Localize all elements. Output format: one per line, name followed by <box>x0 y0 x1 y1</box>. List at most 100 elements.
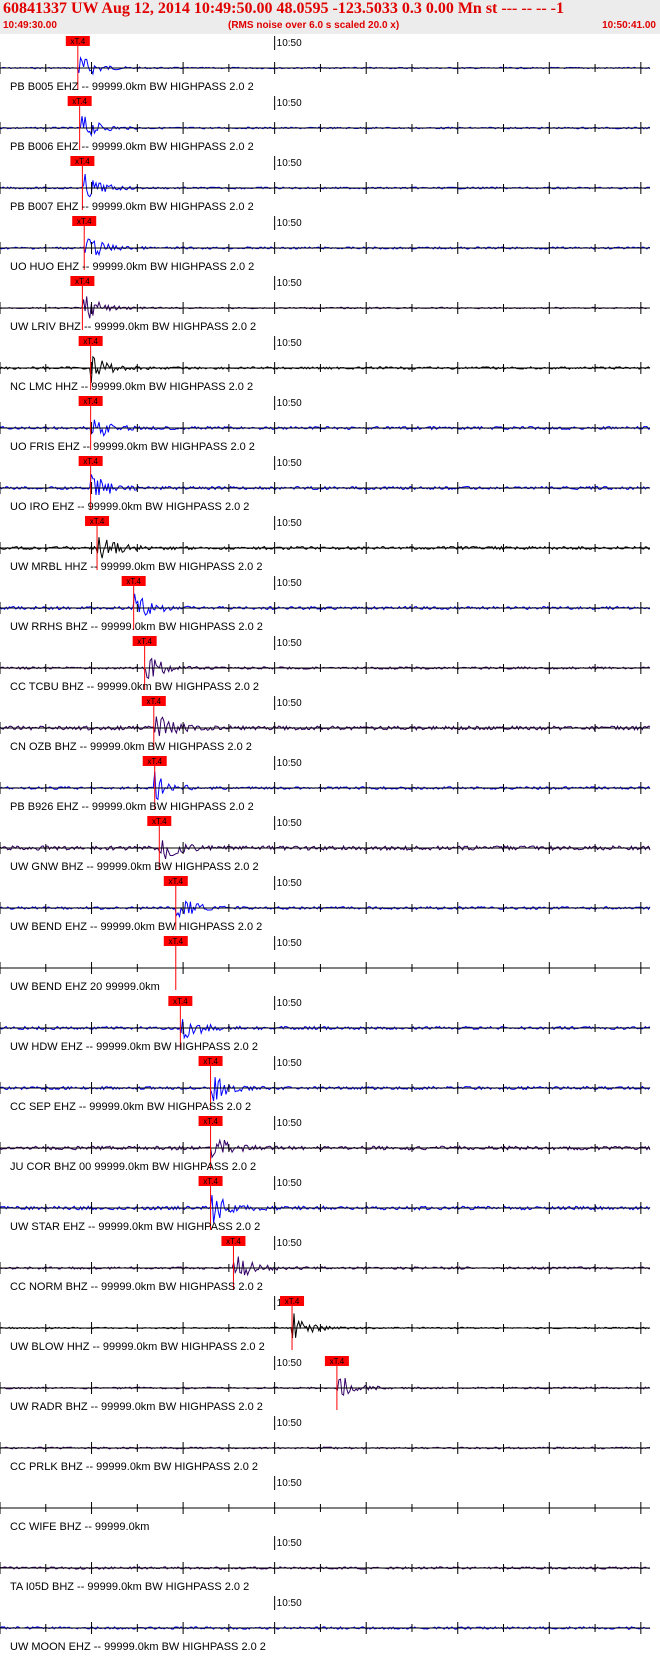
station-label: UW RADR BHZ -- 99999.0km BW HIGHPASS 2.0… <box>10 1401 263 1413</box>
minute-tick-label: 10:50 <box>277 1238 302 1249</box>
trace-row: 10:50 xT.4 UO FRIS EHZ -- 99999.0km BW HIG… <box>0 396 651 453</box>
minute-tick-label: 10:50 <box>277 1418 302 1429</box>
minute-tick-label: 10:50 <box>277 1538 302 1549</box>
minute-tick-label: 10:50 <box>277 338 302 349</box>
station-label: NC LMC HHZ -- 99999.0km BW HIGHPASS 2.0 … <box>10 381 253 393</box>
waveform <box>0 174 651 198</box>
pick-label: xT.4 <box>83 397 98 406</box>
trace-row: 10:50 xT.4 PB B926 EHZ -- 99999.0km BW HIG… <box>0 756 651 813</box>
waveform <box>0 900 651 919</box>
trace-row: 10:50 xT.4 PB B007 EHZ -- 99999.0km BW HIG… <box>0 156 651 213</box>
pick-label: xT.4 <box>83 457 98 466</box>
waveform <box>0 1077 651 1102</box>
minute-tick-label: 10:50 <box>277 1478 302 1489</box>
trace-row: 10:50 xT.4 UW RRHS BHZ -- 99999.0km BW HIG… <box>0 576 651 633</box>
waveform <box>0 1256 651 1277</box>
minute-tick-label: 10:50 <box>277 1058 302 1069</box>
pick-label: xT.4 <box>137 637 152 646</box>
trace-row: 10:50 CC PRLK BHZ -- 99999.0km BW HIGHPAS… <box>0 1416 651 1473</box>
pick-label: xT.4 <box>285 1297 300 1306</box>
end-time: 10:50:41.00 <box>602 20 656 31</box>
pick-label: xT.4 <box>203 1117 218 1126</box>
minute-tick-label: 10:50 <box>277 938 302 949</box>
minute-tick-label: 10:50 <box>277 278 302 289</box>
station-label: UW BEND EHZ 20 99999.0km <box>10 981 160 993</box>
trace-row: 10:50 xT.4 CC SEP EHZ -- 99999.0km BW HIGH… <box>0 1056 651 1113</box>
waveform <box>0 238 651 257</box>
pick-label: xT.4 <box>70 37 85 46</box>
trace-row: 10:50 xT.4 UO HUO EHZ -- 99999.0km BW HIGH… <box>0 216 651 273</box>
pick-label: xT.4 <box>203 1057 218 1066</box>
minute-tick-label: 10:50 <box>277 1118 302 1129</box>
minute-tick-label: 10:50 <box>277 818 302 829</box>
minute-tick-label: 10:50 <box>277 638 302 649</box>
station-label: CC SEP EHZ -- 99999.0km BW HIGHPASS 2.0 … <box>10 1101 251 1113</box>
waveform <box>0 716 651 737</box>
station-label: UO IRO EHZ -- 99999.0km BW HIGHPASS 2.0 … <box>10 501 249 513</box>
record-header: 60841337 UW Aug 12, 2014 10:49:50.00 48.… <box>0 0 660 34</box>
seismogram-plot: 10:50 xT.4 PB B005 EHZ -- 99999.0km BW HIG… <box>0 36 651 1653</box>
pick-label: xT.4 <box>146 697 161 706</box>
pick-label: xT.4 <box>147 757 162 766</box>
pick-label: xT.4 <box>152 817 167 826</box>
station-label: UW BLOW HHZ -- 99999.0km BW HIGHPASS 2.0… <box>10 1341 265 1353</box>
station-label: JU COR BHZ 00 99999.0km BW HIGHPASS 2.0 … <box>10 1161 256 1173</box>
station-label: PB B007 EHZ -- 99999.0km BW HIGHPASS 2.0… <box>10 201 254 213</box>
trace-row: 10:50 xT.4 UW GNW BHZ -- 99999.0km BW HIGH… <box>0 816 651 873</box>
waveform <box>0 355 651 383</box>
pick-label: xT.4 <box>83 337 98 346</box>
pick-label: xT.4 <box>168 937 183 946</box>
pick-label: xT.4 <box>330 1357 345 1366</box>
station-label: UO HUO EHZ -- 99999.0km BW HIGHPASS 2.0 … <box>10 261 254 273</box>
trace-row: 10:50 xT.4 UW STAR EHZ -- 99999.0km BW HIG… <box>0 1176 651 1233</box>
station-label: TA I05D BHZ -- 99999.0km BW HIGHPASS 2.0… <box>10 1581 249 1593</box>
station-label: PB B005 EHZ -- 99999.0km BW HIGHPASS 2.0… <box>10 81 254 93</box>
minute-tick-label: 10:50 <box>277 998 302 1009</box>
pick-label: xT.4 <box>90 517 105 526</box>
station-label: PB B926 EHZ -- 99999.0km BW HIGHPASS 2.0… <box>10 801 254 813</box>
station-label: CC PRLK BHZ -- 99999.0km BW HIGHPASS 2.0… <box>10 1461 258 1473</box>
pick-label: xT.4 <box>72 97 87 106</box>
minute-tick-label: 10:50 <box>277 698 302 709</box>
trace-row: 10:50xT.4UW BLOW HHZ -- 99999.0km BW HIG… <box>0 1296 651 1353</box>
event-title: 60841337 UW Aug 12, 2014 10:49:50.00 48.… <box>3 0 564 17</box>
minute-tick-label: 10:50 <box>277 578 302 589</box>
waveform <box>0 771 651 801</box>
pick-label: xT.4 <box>226 1237 241 1246</box>
trace-row: 10:50 xT.4 UW HDW EHZ -- 99999.0km BW HIGH… <box>0 996 651 1053</box>
waveform <box>0 1195 651 1223</box>
trace-row: 10:50 xT.4 PB B005 EHZ -- 99999.0km BW HIG… <box>0 36 651 93</box>
pick-label: xT.4 <box>75 157 90 166</box>
trace-row: 10:50 xT.4 NC LMC HHZ -- 99999.0km BW HIGH… <box>0 336 651 393</box>
waveform <box>0 116 651 138</box>
waveform <box>0 55 651 76</box>
station-label: UO FRIS EHZ -- 99999.0km BW HIGHPASS 2.0… <box>10 441 255 453</box>
minute-tick-label: 10:50 <box>277 98 302 109</box>
station-label: CN OZB BHZ -- 99999.0km BW HIGHPASS 2.0 … <box>10 741 252 753</box>
minute-tick-label: 10:50 <box>277 1598 302 1609</box>
minute-tick-label: 10:50 <box>277 398 302 409</box>
station-label: UW RRHS BHZ -- 99999.0km BW HIGHPASS 2.0… <box>10 621 263 633</box>
minute-tick-label: 10:50 <box>277 38 302 49</box>
minute-tick-label: 10:50 <box>277 518 302 529</box>
trace-row: 10:50 xT.4 UW BEND EHZ 20 99999.0km <box>0 936 650 993</box>
trace-row: 10:50 xT.4 UW LRIV BHZ -- 99999.0km BW HIG… <box>0 276 651 333</box>
waveform <box>0 1138 651 1159</box>
trace-row: 10:50 CC WIFE BHZ -- 99999.0km <box>0 1476 650 1533</box>
minute-tick-label: 10:50 <box>277 458 302 469</box>
station-label: UW MRBL HHZ -- 99999.0km BW HIGHPASS 2.0… <box>10 561 262 573</box>
trace-row: 10:50 TA I05D BHZ -- 99999.0km BW HIGHPAS… <box>0 1536 651 1593</box>
station-label: CC NORM BHZ -- 99999.0km BW HIGHPASS 2.0… <box>10 1281 263 1293</box>
station-label: UW GNW BHZ -- 99999.0km BW HIGHPASS 2.0 … <box>10 861 259 873</box>
minute-tick-label: 10:50 <box>277 218 302 229</box>
minute-tick-label: 10:50 <box>277 878 302 889</box>
station-label: UW HDW EHZ -- 99999.0km BW HIGHPASS 2.0 … <box>10 1041 258 1053</box>
minute-tick-label: 10:50 <box>277 1178 302 1189</box>
start-time: 10:49:30.00 <box>3 20 57 31</box>
trace-row: 10:50 xT.4 CC NORM BHZ -- 99999.0km BW HIG… <box>0 1236 651 1293</box>
station-label: CC WIFE BHZ -- 99999.0km <box>10 1521 149 1533</box>
waveform <box>0 593 651 616</box>
waveform <box>0 840 651 860</box>
minute-tick-label: 10:50 <box>277 758 302 769</box>
trace-row: 10:50 xT.4 PB B006 EHZ -- 99999.0km BW HIG… <box>0 96 651 153</box>
